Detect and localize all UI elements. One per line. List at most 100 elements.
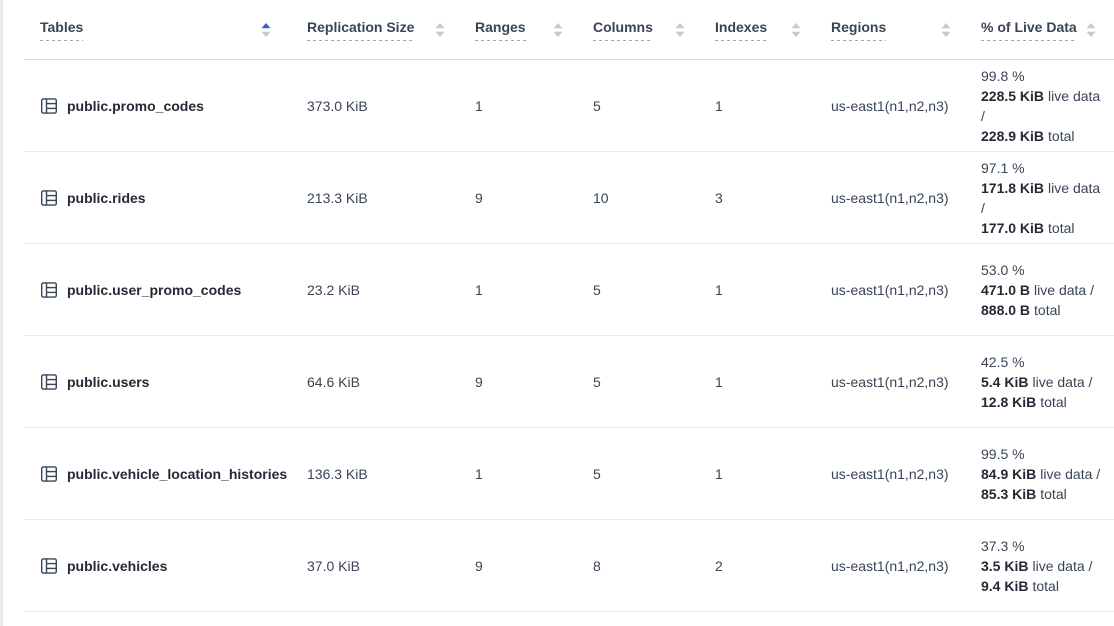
tables-table: Tables Replication Size Ranges Columns I…	[24, 0, 1114, 612]
ranges-cell: 9	[463, 190, 581, 206]
live-size-line: 3.5 KiBlive data /	[981, 556, 1104, 576]
table-name-cell: public.promo_codes	[24, 97, 295, 115]
column-header-replication-size-label: Replication Size	[307, 19, 414, 41]
table-name-link[interactable]: public.vehicle_location_histories	[67, 466, 287, 482]
total-size: 85.3 KiB	[981, 486, 1036, 502]
indexes-cell: 2	[703, 558, 819, 574]
live-data-cell: 97.1 % 171.8 KiBlive data / 177.0 KiBtot…	[969, 158, 1114, 238]
replication-size-cell: 136.3 KiB	[295, 466, 463, 482]
table-icon	[40, 281, 58, 299]
total-size-label: total	[1048, 128, 1074, 144]
table-name-link[interactable]: public.promo_codes	[67, 98, 204, 114]
live-size-line: 171.8 KiBlive data /	[981, 178, 1104, 218]
indexes-cell: 1	[703, 374, 819, 390]
total-size: 888.0 B	[981, 302, 1030, 318]
table-name-cell: public.user_promo_codes	[24, 281, 295, 299]
live-percent: 53.0 %	[981, 260, 1104, 280]
replication-size-cell: 373.0 KiB	[295, 98, 463, 114]
total-size: 9.4 KiB	[981, 578, 1028, 594]
page-left-edge-strip	[0, 0, 3, 626]
total-size: 12.8 KiB	[981, 394, 1036, 410]
table-row: public.vehicle_location_histories 136.3 …	[24, 428, 1114, 520]
table-row: public.promo_codes 373.0 KiB 1 5 1 us-ea…	[24, 60, 1114, 152]
total-size-line: 12.8 KiBtotal	[981, 392, 1104, 412]
total-size-line: 177.0 KiBtotal	[981, 218, 1104, 238]
total-size: 177.0 KiB	[981, 220, 1044, 236]
table-name-link[interactable]: public.vehicles	[67, 558, 167, 574]
live-size-line: 5.4 KiBlive data /	[981, 372, 1104, 392]
total-size-label: total	[1048, 220, 1074, 236]
regions-cell: us-east1(n1,n2,n3)	[819, 282, 969, 298]
live-data-cell: 99.8 % 228.5 KiBlive data / 228.9 KiBtot…	[969, 66, 1114, 146]
live-size: 171.8 KiB	[981, 180, 1044, 196]
columns-cell: 8	[581, 558, 703, 574]
live-size: 3.5 KiB	[981, 558, 1028, 574]
column-header-ranges[interactable]: Ranges	[463, 19, 581, 41]
live-size-line: 84.9 KiBlive data /	[981, 464, 1104, 484]
live-percent: 99.5 %	[981, 444, 1104, 464]
live-size-label: live data /	[1032, 558, 1092, 574]
total-size-line: 9.4 KiBtotal	[981, 576, 1104, 596]
live-percent: 42.5 %	[981, 352, 1104, 372]
live-size-label: live data /	[1040, 466, 1100, 482]
sort-icon[interactable]	[435, 23, 445, 37]
column-header-tables[interactable]: Tables	[24, 19, 295, 41]
total-size-label: total	[1034, 302, 1060, 318]
live-data-cell: 42.5 % 5.4 KiBlive data / 12.8 KiBtotal	[969, 352, 1114, 412]
table-name-link[interactable]: public.user_promo_codes	[67, 282, 241, 298]
column-header-live-data[interactable]: % of Live Data	[969, 19, 1114, 41]
column-header-ranges-label: Ranges	[475, 19, 526, 41]
sort-icon[interactable]	[553, 23, 563, 37]
regions-cell: us-east1(n1,n2,n3)	[819, 466, 969, 482]
columns-cell: 5	[581, 466, 703, 482]
live-data-cell: 99.5 % 84.9 KiBlive data / 85.3 KiBtotal	[969, 444, 1114, 504]
regions-cell: us-east1(n1,n2,n3)	[819, 190, 969, 206]
live-size: 471.0 B	[981, 282, 1030, 298]
table-icon	[40, 97, 58, 115]
total-size: 228.9 KiB	[981, 128, 1044, 144]
column-header-live-data-label: % of Live Data	[981, 19, 1077, 41]
table-row: public.vehicles 37.0 KiB 9 8 2 us-east1(…	[24, 520, 1114, 612]
indexes-cell: 1	[703, 466, 819, 482]
live-percent: 37.3 %	[981, 536, 1104, 556]
column-header-columns-label: Columns	[593, 19, 653, 41]
table-name-link[interactable]: public.rides	[67, 190, 146, 206]
live-percent: 99.8 %	[981, 66, 1104, 86]
live-size: 228.5 KiB	[981, 88, 1044, 104]
live-size-label: live data /	[1034, 282, 1094, 298]
indexes-cell: 3	[703, 190, 819, 206]
ranges-cell: 9	[463, 374, 581, 390]
columns-cell: 5	[581, 374, 703, 390]
regions-cell: us-east1(n1,n2,n3)	[819, 98, 969, 114]
replication-size-cell: 213.3 KiB	[295, 190, 463, 206]
live-size: 84.9 KiB	[981, 466, 1036, 482]
table-icon	[40, 373, 58, 391]
table-name-cell: public.rides	[24, 189, 295, 207]
column-header-indexes[interactable]: Indexes	[703, 19, 819, 41]
columns-cell: 10	[581, 190, 703, 206]
table-row: public.user_promo_codes 23.2 KiB 1 5 1 u…	[24, 244, 1114, 336]
table-name-link[interactable]: public.users	[67, 374, 149, 390]
sort-icon[interactable]	[675, 23, 685, 37]
column-header-regions[interactable]: Regions	[819, 19, 969, 41]
table-name-cell: public.users	[24, 373, 295, 391]
live-size-line: 228.5 KiBlive data /	[981, 86, 1104, 126]
sort-icon[interactable]	[1086, 23, 1096, 37]
column-header-replication-size[interactable]: Replication Size	[295, 19, 463, 41]
regions-cell: us-east1(n1,n2,n3)	[819, 374, 969, 390]
sort-icon[interactable]	[941, 23, 951, 37]
live-data-cell: 53.0 % 471.0 Blive data / 888.0 Btotal	[969, 260, 1114, 320]
ranges-cell: 1	[463, 466, 581, 482]
columns-cell: 5	[581, 98, 703, 114]
table-row: public.users 64.6 KiB 9 5 1 us-east1(n1,…	[24, 336, 1114, 428]
sort-asc-icon[interactable]	[261, 23, 271, 37]
column-header-columns[interactable]: Columns	[581, 19, 703, 41]
live-size: 5.4 KiB	[981, 374, 1028, 390]
replication-size-cell: 23.2 KiB	[295, 282, 463, 298]
regions-cell: us-east1(n1,n2,n3)	[819, 558, 969, 574]
total-size-line: 888.0 Btotal	[981, 300, 1104, 320]
column-header-indexes-label: Indexes	[715, 19, 767, 41]
sort-icon[interactable]	[791, 23, 801, 37]
ranges-cell: 1	[463, 282, 581, 298]
table-row: public.rides 213.3 KiB 9 10 3 us-east1(n…	[24, 152, 1114, 244]
